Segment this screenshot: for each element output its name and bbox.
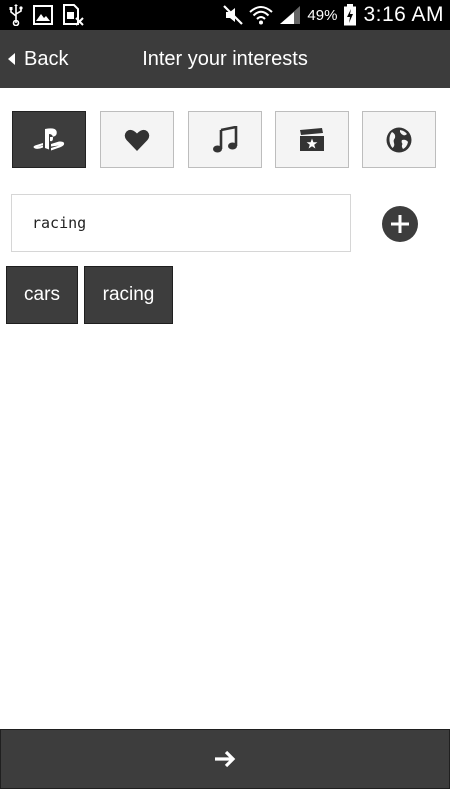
app-header: Back Inter your interests [0, 30, 450, 88]
wifi-icon [249, 5, 274, 25]
mute-icon [223, 5, 244, 25]
globe-icon [385, 126, 413, 154]
category-bar [0, 111, 450, 169]
interest-tag[interactable]: racing [84, 266, 173, 324]
heart-icon [124, 128, 150, 152]
playstation-icon [32, 127, 66, 152]
category-games-button[interactable] [12, 111, 86, 168]
caret-left-icon [6, 52, 16, 66]
sim-card-icon [62, 4, 84, 26]
category-movies-button[interactable] [275, 111, 349, 168]
status-bar-system: 49% 3:16 AM [223, 2, 444, 28]
arrow-right-icon [213, 749, 237, 769]
clock: 3:16 AM [363, 3, 444, 26]
music-note-icon [212, 125, 238, 154]
category-love-button[interactable] [100, 111, 174, 168]
battery-charging-icon [343, 4, 357, 26]
status-bar-notifications [8, 4, 84, 26]
category-music-button[interactable] [188, 111, 262, 168]
interest-tag[interactable]: cars [6, 266, 78, 324]
next-button[interactable] [0, 729, 450, 789]
battery-percent: 49% [307, 6, 338, 24]
usb-icon [8, 4, 24, 26]
category-world-button[interactable] [362, 111, 436, 168]
add-interest-button[interactable] [382, 206, 418, 242]
back-label: Back [24, 47, 69, 70]
interest-input[interactable] [11, 194, 351, 252]
plus-icon [389, 213, 411, 235]
status-bar: 49% 3:16 AM [0, 0, 450, 30]
signal-icon [279, 5, 301, 25]
movie-clapper-icon [298, 127, 326, 152]
image-icon [33, 5, 53, 25]
back-button[interactable]: Back [6, 30, 68, 88]
